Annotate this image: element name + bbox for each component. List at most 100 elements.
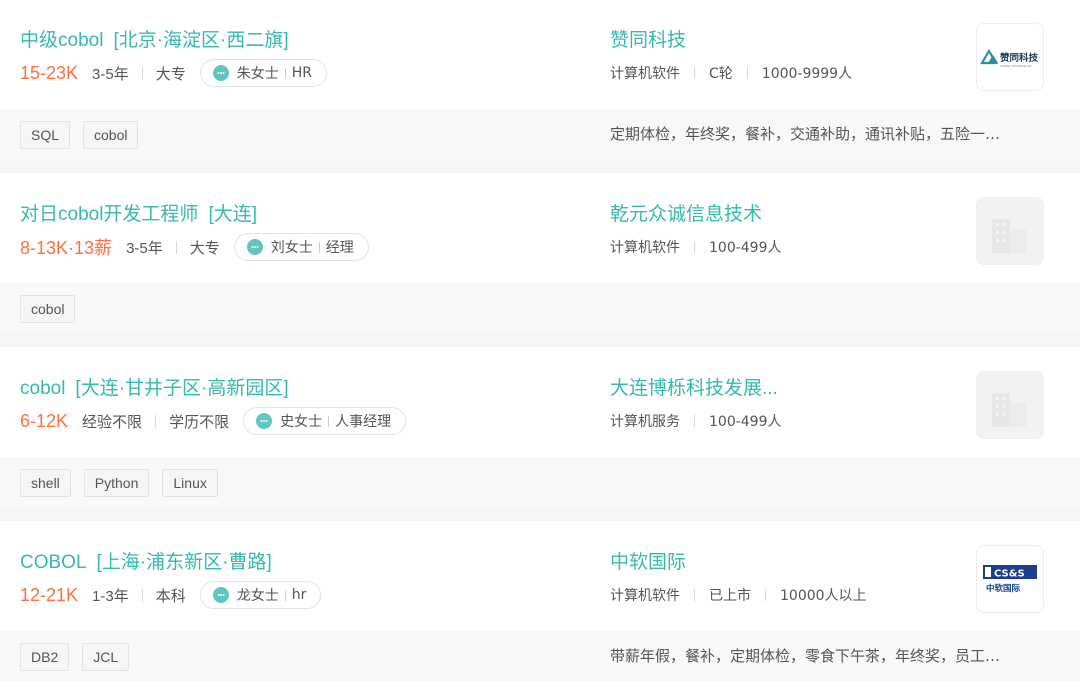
skill-tag: DB2 — [20, 643, 70, 671]
company-size: 10000人以上 — [780, 588, 867, 604]
company-size: 100-499人 — [709, 240, 782, 256]
divider — [155, 414, 157, 428]
company-industry: 计算机服务 — [610, 414, 680, 430]
divider — [694, 415, 695, 427]
agree-logo-icon: 赞同科技 AGREE TECHNOLOGY — [980, 48, 1039, 68]
chinasoft-logo-icon: CS&S 中软国际 — [983, 565, 1037, 594]
company-logo[interactable]: CS&S 中软国际 — [976, 545, 1044, 613]
divider — [175, 240, 177, 254]
job-location: [北京·海淀区·西二旗] — [113, 30, 289, 51]
skill-tag: cobol — [20, 295, 76, 323]
job-card[interactable]: cobol [大连·甘井子区·高新园区] 6-12K 经验不限 学历不限 史女士 … — [0, 347, 1080, 507]
divider — [765, 589, 766, 601]
recruiter-name: 史女士 — [280, 414, 323, 430]
company-meta: 计算机软件 C轮 1000-9999人 — [610, 63, 852, 83]
job-meta: 12-21K 1-3年 本科 龙女士 hr — [20, 580, 322, 610]
company-logo[interactable] — [976, 197, 1044, 265]
company-industry: 计算机软件 — [610, 66, 680, 82]
logo-text: 赞同科技 — [999, 52, 1039, 64]
chat-icon — [212, 587, 229, 603]
skill-tag: cobol — [83, 121, 139, 149]
building-placeholder-icon — [992, 393, 1026, 427]
job-title-link[interactable]: 中级cobol [北京·海淀区·西二旗] — [20, 25, 289, 52]
company-stage: 已上市 — [709, 588, 751, 604]
company-meta: 计算机服务 100-499人 — [610, 411, 782, 431]
company-name[interactable]: 赞同科技 — [610, 25, 686, 52]
job-card[interactable]: COBOL [上海·浦东新区·曹路] 12-21K 1-3年 本科 龙女士 hr … — [0, 521, 1080, 681]
company-size: 1000-9999人 — [761, 66, 853, 82]
company-meta: 计算机软件 100-499人 — [610, 237, 782, 257]
company-industry: 计算机软件 — [610, 240, 680, 256]
welfare-text: 带薪年假，餐补，定期体检，零食下午茶，年终奖，员工… — [610, 647, 1001, 665]
education: 本科 — [155, 587, 186, 605]
recruiter-role: HR — [291, 65, 313, 81]
divider — [746, 67, 748, 79]
salary: 12-21K — [20, 584, 79, 605]
logo-subtext: 中软国际 — [986, 583, 1021, 594]
company-logo[interactable]: 赞同科技 AGREE TECHNOLOGY — [976, 23, 1044, 91]
logo-subtext: AGREE TECHNOLOGY — [1000, 64, 1032, 68]
education: 大专 — [189, 239, 220, 257]
company-size: 100-499人 — [709, 414, 782, 430]
education: 学历不限 — [169, 413, 230, 431]
company-name[interactable]: 乾元众诚信息技术 — [610, 199, 762, 226]
building-placeholder-icon — [992, 219, 1026, 253]
salary: 6-12K — [20, 410, 69, 431]
chat-icon — [246, 239, 263, 255]
divider — [318, 241, 320, 253]
skill-tag: Python — [83, 469, 150, 497]
recruiter-chat-button[interactable]: 龙女士 hr — [199, 581, 322, 609]
skill-tags: shell Python Linux — [20, 469, 231, 497]
job-location: [上海·浦东新区·曹路] — [96, 552, 272, 573]
skill-tags: SQL cobol — [20, 121, 151, 149]
skill-tags: cobol — [20, 295, 88, 323]
job-meta: 6-12K 经验不限 学历不限 史女士 人事经理 — [20, 406, 407, 436]
experience: 3-5年 — [126, 239, 163, 257]
job-title-link[interactable]: 对日cobol开发工程师 [大连] — [20, 199, 257, 226]
skill-tags: DB2 JCL — [20, 643, 142, 671]
skill-tag: SQL — [20, 121, 71, 149]
job-meta: 15-23K 3-5年 大专 朱女士 HR — [20, 58, 328, 88]
company-logo[interactable] — [976, 371, 1044, 439]
job-title: cobol — [20, 378, 66, 399]
divider — [141, 588, 143, 602]
divider — [141, 66, 143, 80]
recruiter-name: 刘女士 — [270, 240, 313, 256]
job-title-link[interactable]: cobol [大连·甘井子区·高新园区] — [20, 373, 289, 400]
recruiter-name: 朱女士 — [236, 66, 279, 82]
skill-tag: Linux — [162, 469, 218, 497]
recruiter-role: 人事经理 — [335, 414, 392, 430]
company-name[interactable]: 大连博栎科技发展... — [610, 373, 778, 400]
divider — [328, 415, 330, 427]
recruiter-chat-button[interactable]: 刘女士 经理 — [233, 233, 369, 261]
recruiter-role: hr — [291, 587, 307, 603]
experience: 1-3年 — [92, 587, 129, 605]
recruiter-role: 经理 — [325, 240, 354, 256]
job-title: COBOL — [20, 552, 87, 573]
education: 大专 — [155, 65, 186, 83]
job-location: [大连·甘井子区·高新园区] — [75, 378, 289, 399]
divider — [284, 67, 286, 79]
skill-tag: shell — [20, 469, 71, 497]
experience: 3-5年 — [92, 65, 129, 83]
divider — [694, 67, 695, 79]
job-location: [大连] — [208, 204, 257, 225]
job-title: 中级cobol — [20, 30, 104, 51]
job-title-link[interactable]: COBOL [上海·浦东新区·曹路] — [20, 547, 272, 574]
job-meta: 8-13K·13薪 3-5年 大专 刘女士 经理 — [20, 232, 369, 262]
recruiter-chat-button[interactable]: 朱女士 HR — [199, 59, 328, 87]
salary: 8-13K·13薪 — [20, 238, 113, 258]
job-card[interactable]: 对日cobol开发工程师 [大连] 8-13K·13薪 3-5年 大专 刘女士 经… — [0, 173, 1080, 333]
company-industry: 计算机软件 — [610, 588, 680, 604]
company-stage: C轮 — [709, 66, 733, 82]
divider — [694, 589, 695, 601]
recruiter-chat-button[interactable]: 史女士 人事经理 — [243, 407, 407, 435]
experience: 经验不限 — [82, 413, 143, 431]
company-name[interactable]: 中软国际 — [610, 547, 686, 574]
job-card[interactable]: 中级cobol [北京·海淀区·西二旗] 15-23K 3-5年 大专 朱女士 H… — [0, 0, 1080, 159]
job-title: 对日cobol开发工程师 — [20, 204, 199, 225]
divider — [284, 589, 286, 601]
salary: 15-23K — [20, 62, 79, 83]
recruiter-name: 龙女士 — [236, 588, 279, 604]
skill-tag: JCL — [82, 643, 130, 671]
